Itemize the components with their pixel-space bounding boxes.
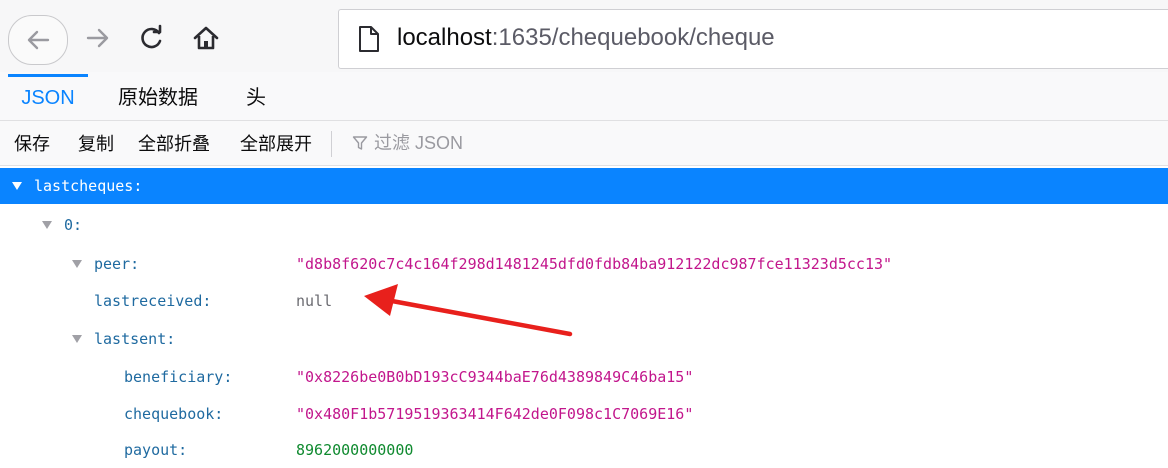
tab-raw-data[interactable]: 原始数据 [118, 72, 198, 120]
tree-key: lastcheques: [34, 177, 143, 195]
tree-row-peer[interactable]: peer: "d8b8f620c7c4c164f298d1481245dfd0f… [0, 246, 1168, 282]
tab-headers[interactable]: 头 [246, 72, 266, 120]
tree-row-lastcheques[interactable]: lastcheques: [0, 168, 1168, 204]
tree-row-lastreceived[interactable]: lastreceived: null [0, 283, 1168, 319]
reload-icon [141, 24, 162, 49]
filter-json-input[interactable] [368, 132, 574, 154]
tree-key: chequebook: [124, 405, 224, 423]
toolbar-divider [331, 131, 332, 157]
url-text[interactable]: localhost:1635/chequebook/cheque [397, 24, 775, 52]
tree-key: peer: [94, 255, 140, 273]
page-icon [359, 26, 379, 52]
url-bar[interactable]: localhost:1635/chequebook/cheque [338, 9, 1168, 69]
save-button[interactable]: 保存 [14, 121, 50, 165]
home-button[interactable] [186, 18, 226, 58]
copy-button[interactable]: 复制 [78, 121, 114, 165]
collapse-all-button[interactable]: 全部折叠 [138, 121, 210, 165]
back-icon [27, 30, 50, 50]
json-toolbar: 保存 复制 全部折叠 全部展开 [0, 121, 1168, 166]
viewer-tabs: JSON 原始数据 头 [0, 72, 1168, 121]
home-icon [193, 26, 219, 50]
reload-button[interactable] [132, 18, 172, 58]
expand-triangle-icon[interactable] [70, 246, 84, 282]
tab-json[interactable]: JSON [0, 72, 96, 120]
filter-icon [352, 136, 368, 150]
tree-row-item-0[interactable]: 0: [0, 207, 1168, 243]
tree-value: "d8b8f620c7c4c164f298d1481245dfd0fdb84ba… [296, 255, 893, 273]
tree-key: beneficiary: [124, 368, 233, 386]
expand-triangle-icon[interactable] [70, 321, 84, 357]
expand-all-button[interactable]: 全部展开 [240, 121, 312, 165]
tree-row-payout[interactable]: payout: 8962000000000 [0, 432, 1168, 468]
tree-value: 8962000000000 [296, 441, 414, 459]
tree-key: 0: [64, 216, 83, 234]
filter-box[interactable] [352, 121, 574, 165]
tree-value: "0x8226be0B0bD193cC9344baE76d4389849C46b… [296, 368, 694, 386]
browser-navbar: localhost:1635/chequebook/cheque [0, 0, 1168, 72]
back-button[interactable] [8, 15, 68, 65]
url-host: localhost [397, 24, 492, 51]
tree-row-lastsent[interactable]: lastsent: [0, 321, 1168, 357]
url-path: :1635/chequebook/cheque [491, 24, 775, 51]
expand-triangle-icon[interactable] [10, 168, 24, 204]
tree-key: lastreceived: [94, 292, 212, 310]
forward-icon [86, 28, 109, 48]
tree-value: null [296, 292, 333, 310]
forward-button[interactable] [78, 18, 118, 58]
tree-key: lastsent: [94, 330, 176, 348]
tree-row-beneficiary[interactable]: beneficiary: "0x8226be0B0bD193cC9344baE7… [0, 359, 1168, 395]
expand-triangle-icon[interactable] [40, 207, 54, 243]
tree-key: payout: [124, 441, 188, 459]
tree-row-chequebook[interactable]: chequebook: "0x480F1b5719519363414F642de… [0, 396, 1168, 432]
tree-value: "0x480F1b5719519363414F642de0F098c1C7069… [296, 405, 694, 423]
